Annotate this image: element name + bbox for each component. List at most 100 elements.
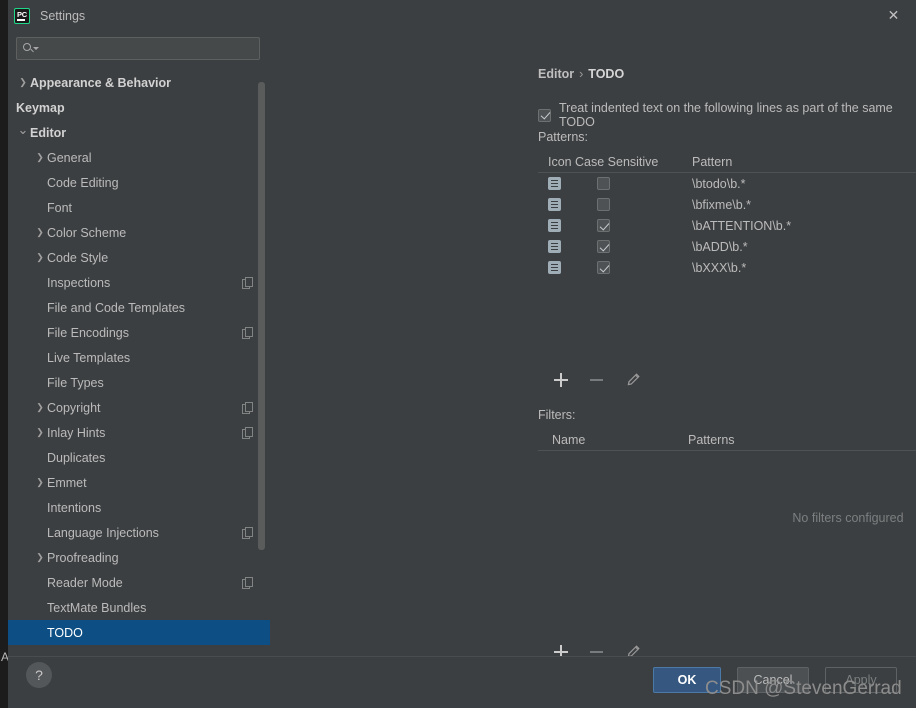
ok-button[interactable]: OK [653, 667, 721, 693]
sidebar-item-label: Appearance & Behavior [30, 75, 172, 90]
sidebar-item-label: Live Templates [47, 350, 131, 365]
chevron-right-icon[interactable] [33, 478, 47, 487]
settings-dialog: PC Settings ✕ Appearance & Behavior Keyma… [8, 0, 916, 708]
breadcrumb-parent[interactable]: Editor [538, 67, 574, 81]
breadcrumb-current: TODO [588, 67, 625, 81]
settings-tree[interactable]: Appearance & Behavior Keymap Editor General… [8, 70, 270, 656]
chevron-right-icon[interactable] [33, 403, 47, 412]
sidebar-item-label: File Encodings [47, 325, 129, 340]
chevron-right-icon[interactable] [33, 228, 47, 237]
treat-indented-row[interactable]: Treat indented text on the following lin… [538, 101, 916, 129]
dialog-titlebar: PC Settings ✕ [8, 0, 916, 31]
case-sensitive-checkbox[interactable] [597, 198, 610, 211]
case-sensitive-checkbox[interactable] [597, 177, 610, 190]
copy-settings-icon[interactable] [242, 577, 253, 589]
breadcrumb: Editor › TODO [538, 67, 624, 81]
todo-pattern-icon[interactable] [548, 177, 561, 190]
chevron-right-icon[interactable] [16, 78, 30, 87]
apply-button[interactable]: Apply [825, 667, 897, 693]
sidebar-item-color-scheme[interactable]: Color Scheme [8, 220, 270, 245]
chevron-right-icon[interactable] [33, 428, 47, 437]
sidebar-item-font[interactable]: Font [8, 195, 270, 220]
patterns-col-pattern: Pattern [692, 154, 733, 169]
search-box[interactable] [16, 37, 260, 60]
sidebar-item-label: TODO [47, 625, 83, 640]
copy-settings-icon[interactable] [242, 427, 253, 439]
chevron-down-icon[interactable] [16, 126, 30, 139]
copy-settings-icon[interactable] [242, 277, 253, 289]
patterns-col-case: Case Sensitive [575, 154, 659, 169]
case-sensitive-checkbox[interactable] [597, 240, 610, 253]
pattern-row[interactable]: \bADD\b.* [538, 236, 916, 257]
copy-settings-icon[interactable] [242, 327, 253, 339]
pattern-icon-cell [538, 177, 575, 190]
case-sensitive-checkbox[interactable] [597, 219, 610, 232]
sidebar-item-file-types[interactable]: File Types [8, 370, 270, 395]
pattern-row[interactable]: \bATTENTION\b.* [538, 215, 916, 236]
pycharm-icon: PC [14, 7, 30, 24]
remove-pattern-button[interactable] [589, 372, 605, 388]
pattern-row[interactable]: \btodo\b.* [538, 173, 916, 194]
settings-content-pane: Editor › TODO Treat indented text on the f… [270, 31, 916, 659]
close-icon[interactable]: ✕ [871, 0, 916, 31]
filters-table: Name Patterns [538, 429, 916, 451]
add-pattern-button[interactable] [553, 372, 569, 388]
patterns-table: Icon Case Sensitive Pattern \btodo\b.* \b… [538, 151, 916, 278]
sidebar-item-duplicates[interactable]: Duplicates [8, 445, 270, 470]
sidebar-scrollbar[interactable] [258, 82, 265, 550]
todo-pattern-icon[interactable] [548, 261, 561, 274]
search-container [8, 31, 270, 60]
todo-pattern-icon[interactable] [548, 240, 561, 253]
filters-empty-text: No filters configured [792, 511, 904, 525]
sidebar-item-copyright[interactable]: Copyright [8, 395, 270, 420]
sidebar-item-label: General [47, 150, 92, 165]
copy-settings-icon[interactable] [242, 402, 253, 414]
pattern-text: \bADD\b.* [692, 239, 748, 254]
pattern-row[interactable]: \bXXX\b.* [538, 257, 916, 278]
treat-indented-checkbox[interactable] [538, 108, 551, 122]
todo-pattern-icon[interactable] [548, 198, 561, 211]
sidebar-item-code-style[interactable]: Code Style [8, 245, 270, 270]
sidebar-item-code-editing[interactable]: Code Editing [8, 170, 270, 195]
pattern-row[interactable]: \bfixme\b.* [538, 194, 916, 215]
sidebar-item-file-encodings[interactable]: File Encodings [8, 320, 270, 345]
sidebar-item-intentions[interactable]: Intentions [8, 495, 270, 520]
sidebar-item-inlay-hints[interactable]: Inlay Hints [8, 420, 270, 445]
edit-pattern-button[interactable] [625, 372, 641, 388]
sidebar-item-inspections[interactable]: Inspections [8, 270, 270, 295]
search-input[interactable] [37, 41, 259, 56]
todo-pattern-icon[interactable] [548, 219, 561, 232]
sidebar-item-live-templates[interactable]: Live Templates [8, 345, 270, 370]
chevron-right-icon[interactable] [33, 153, 47, 162]
sidebar-item-keymap[interactable]: Keymap [8, 95, 270, 120]
settings-sidebar: Appearance & Behavior Keymap Editor General… [8, 31, 270, 656]
patterns-col-icon: Icon [548, 154, 572, 169]
dialog-footer: ? OK Cancel Apply [8, 656, 916, 708]
pycharm-icon-bar [17, 19, 25, 21]
sidebar-item-label: Proofreading [47, 550, 119, 565]
sidebar-item-language-injections[interactable]: Language Injections [8, 520, 270, 545]
partial-tree-row: - - [8, 646, 270, 656]
breadcrumb-separator: › [579, 67, 584, 81]
sidebar-item-label: Code Editing [47, 175, 119, 190]
sidebar-item-textmate-bundles[interactable]: TextMate Bundles [8, 595, 270, 620]
sidebar-item-reader-mode[interactable]: Reader Mode [8, 570, 270, 595]
dialog-body: Appearance & Behavior Keymap Editor General… [8, 31, 916, 659]
sidebar-item-appearance-behavior[interactable]: Appearance & Behavior [8, 70, 270, 95]
sidebar-item-emmet[interactable]: Emmet [8, 470, 270, 495]
partial-row-text: - - [52, 646, 118, 652]
cancel-button[interactable]: Cancel [737, 667, 809, 693]
pattern-case-cell [575, 177, 688, 190]
help-button[interactable]: ? [26, 662, 52, 688]
sidebar-item-todo[interactable]: TODO [8, 620, 270, 645]
pattern-text: \bXXX\b.* [692, 260, 747, 275]
copy-settings-icon[interactable] [242, 527, 253, 539]
sidebar-item-file-and-code-templates[interactable]: File and Code Templates [8, 295, 270, 320]
chevron-right-icon[interactable] [33, 253, 47, 262]
case-sensitive-checkbox[interactable] [597, 261, 610, 274]
sidebar-item-proofreading[interactable]: Proofreading [8, 545, 270, 570]
sidebar-item-editor[interactable]: Editor [8, 120, 270, 145]
chevron-right-icon[interactable] [33, 553, 47, 562]
sidebar-item-general[interactable]: General [8, 145, 270, 170]
sidebar-item-label: Code Style [47, 250, 109, 265]
